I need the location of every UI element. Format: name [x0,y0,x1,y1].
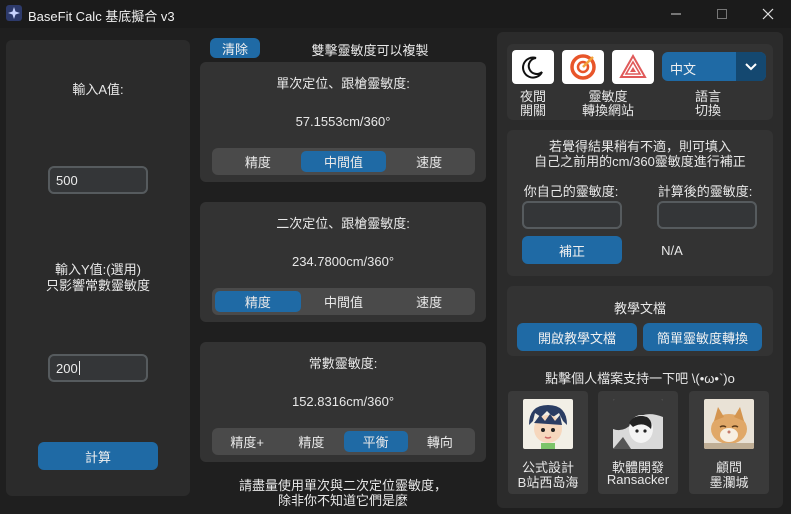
input-y-field[interactable]: 200 [48,354,148,382]
convert-label-2: 轉換網站 [581,103,634,118]
option-turning[interactable]: 轉向 [408,431,472,452]
own-sens-label: 你自己的靈敏度: [523,184,619,199]
minimize-icon[interactable] [653,0,699,28]
sensitivity-converter-logo-icon [570,54,596,80]
cat-avatar-icon [704,399,754,449]
option-speed[interactable]: 速度 [386,151,472,172]
option-middle[interactable]: 中間值 [301,291,387,312]
profile-card[interactable]: 公式設計 B站西岛海 [508,391,588,494]
profile-name: Ransacker [606,472,670,487]
option-precision[interactable]: 精度 [215,291,301,312]
language-label-2: 切換 [694,103,721,118]
profile-name: B站西岛海 [517,475,579,490]
triangle-logo-icon [619,54,647,78]
cartoon-avatar-icon [523,399,573,449]
profile-card[interactable]: 顧問 墨瀾城 [689,391,769,494]
constant-sensitivity-title: 常數靈敏度: [308,356,378,371]
title-bar: BaseFit Calc 基底擬合 v3 [0,0,791,28]
third-link-button[interactable] [612,50,654,84]
input-y-label-line2: 只影響常數靈敏度 [45,278,150,293]
open-tutorial-button[interactable]: 開啟教學文檔 [517,323,637,351]
double-position-value[interactable]: 234.7800cm/360° [200,254,486,269]
text-cursor [78,361,80,375]
correct-result: N/A [661,243,683,258]
constant-sensitivity-value[interactable]: 152.8316cm/360° [200,394,486,409]
input-a-label: 輸入A值: [72,82,124,97]
window-title: BaseFit Calc 基底擬合 v3 [28,9,175,24]
double-position-title: 二次定位、跟槍靈敏度: [276,216,410,231]
single-position-selector: 精度 中間值 速度 [212,148,475,175]
clear-button[interactable]: 清除 [210,38,260,58]
option-precision[interactable]: 精度 [215,151,301,172]
calc-sens-field[interactable] [657,201,757,229]
option-balance[interactable]: 平衡 [343,431,408,452]
input-a-field[interactable]: 500 [48,166,148,194]
photo-avatar-icon [613,399,663,449]
own-sens-field[interactable] [522,201,622,229]
profile-name: 墨瀾城 [709,475,749,490]
copy-hint: 雙擊靈敏度可以複製 [311,43,429,58]
input-y-value: 200 [56,360,78,376]
language-select[interactable]: 中文 [662,52,766,81]
profile-card[interactable]: 軟體開發 Ransacker [598,391,678,494]
calculate-button[interactable]: 計算 [38,442,158,470]
app-icon [6,5,22,21]
sensitivity-site-button[interactable] [562,50,604,84]
close-icon[interactable] [745,0,791,28]
maximize-icon[interactable] [699,0,745,28]
single-position-value[interactable]: 57.1553cm/360° [200,114,486,129]
double-position-selector: 精度 中間值 速度 [212,288,475,315]
tutorial-title: 教學文檔 [613,301,666,316]
correct-button[interactable]: 補正 [522,236,622,264]
language-selected: 中文 [670,62,697,77]
constant-sensitivity-selector: 精度+ 精度 平衡 轉向 [212,428,475,455]
option-precision-plus[interactable]: 精度+ [215,431,279,452]
support-text: 點擊個人檔案支持一下吧 \(•ω•`)o [545,371,735,386]
option-precision[interactable]: 精度 [279,431,343,452]
moon-icon [522,56,543,79]
correction-line2: 自己之前用的cm/360靈敏度進行補正 [534,154,746,169]
night-label-2: 開關 [519,103,546,118]
night-mode-button[interactable] [512,50,554,84]
chevron-down-icon[interactable] [736,52,766,81]
single-position-title: 單次定位、跟槍靈敏度: [276,76,410,91]
footer-line2: 除非你不知道它們是麼 [277,493,408,508]
option-middle[interactable]: 中間值 [300,151,387,172]
calc-sens-label: 計算後的靈敏度: [657,184,753,199]
option-speed[interactable]: 速度 [386,291,472,312]
simple-convert-button[interactable]: 簡單靈敏度轉換 [643,323,762,351]
